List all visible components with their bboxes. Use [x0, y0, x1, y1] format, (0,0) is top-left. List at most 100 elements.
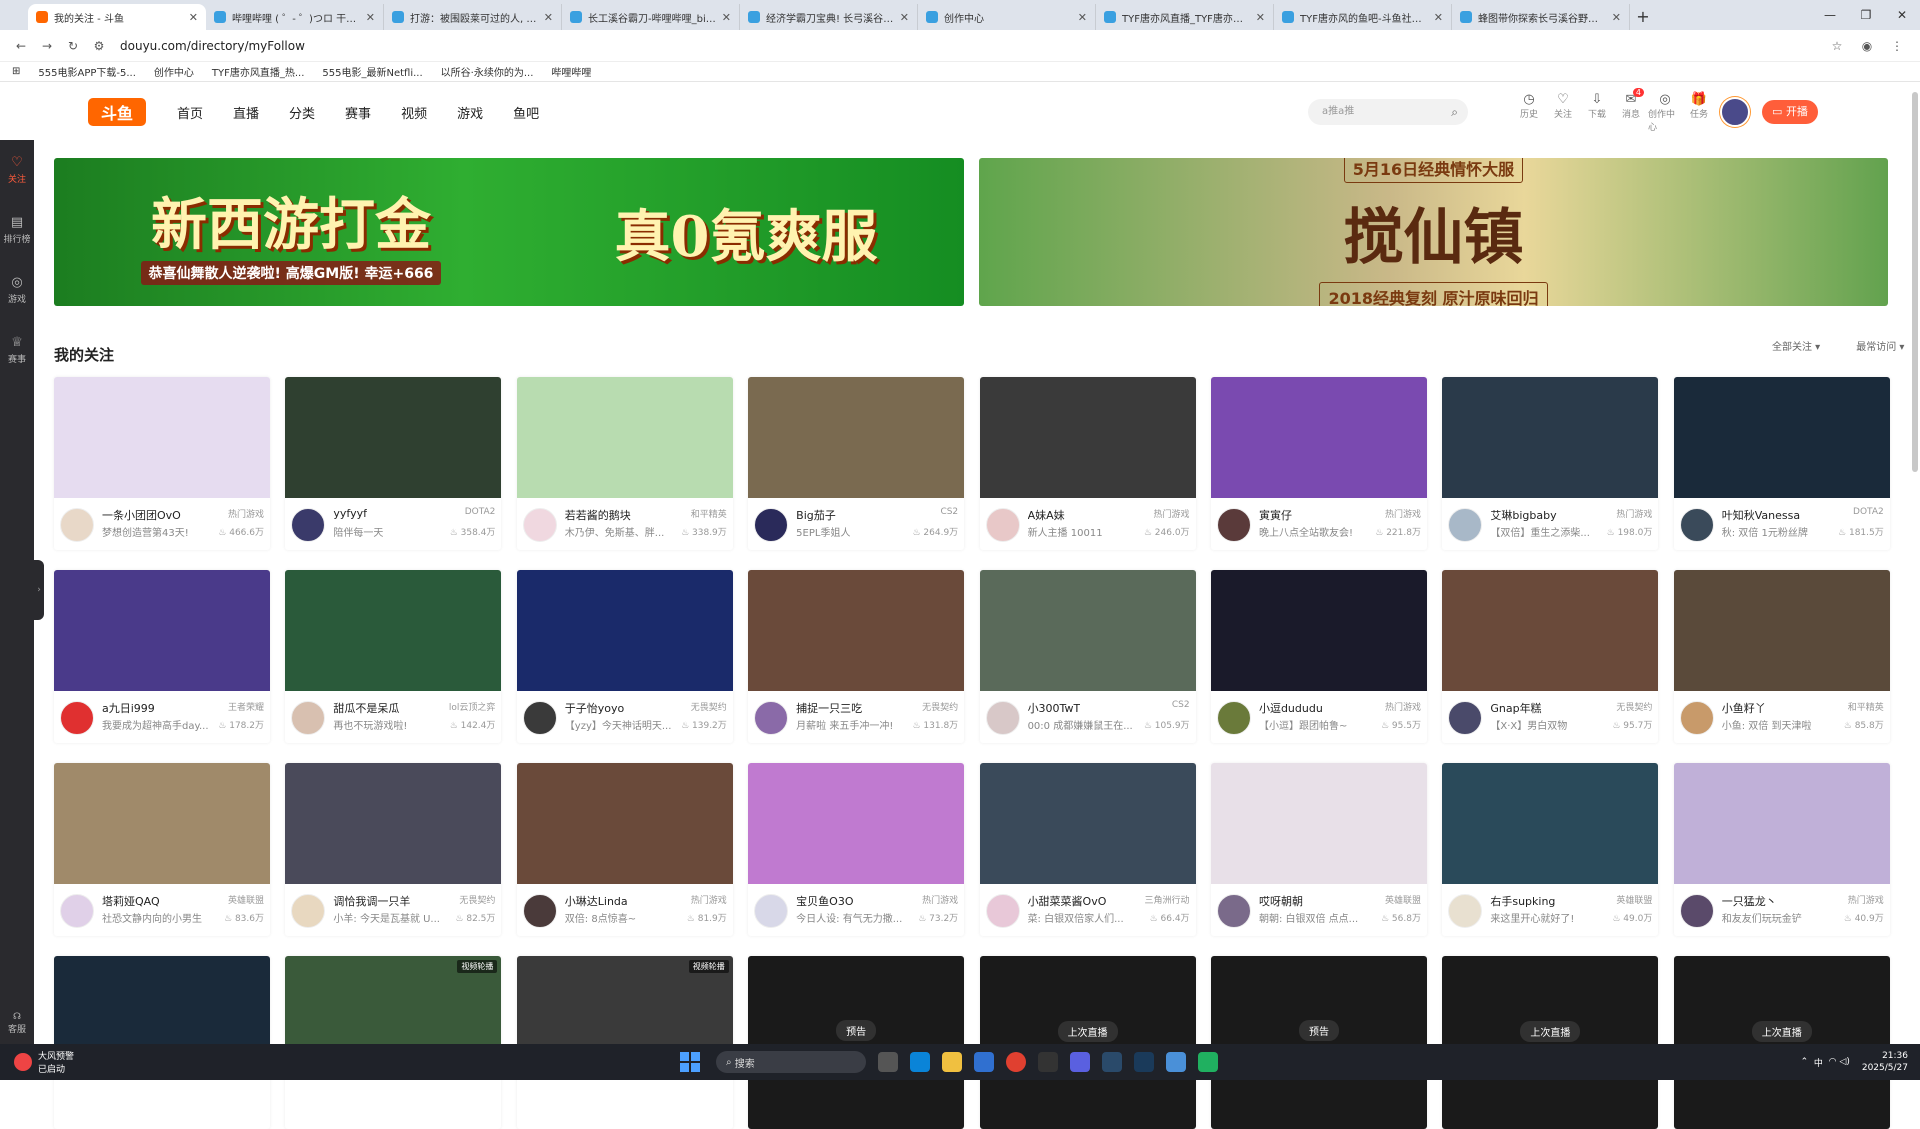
stream-category[interactable]: 英雄联盟 — [228, 893, 264, 906]
browser-tab[interactable]: 打游：被围殴莱可过的人, 总有 ✕ — [384, 4, 562, 30]
stream-category[interactable]: 英雄联盟 — [1385, 893, 1421, 906]
rail-item-排行榜[interactable]: ▤ 排行榜 — [0, 200, 34, 260]
stream-category[interactable]: 无畏契约 — [459, 893, 495, 906]
stream-thumbnail[interactable] — [285, 570, 502, 691]
stream-thumbnail[interactable] — [1442, 377, 1659, 498]
streamer-avatar[interactable] — [1679, 508, 1714, 542]
streamer-avatar[interactable] — [1679, 701, 1714, 735]
browser-tab[interactable]: 蜂图带你探索长弓溪谷野生大选 ✕ — [1452, 4, 1630, 30]
stream-card[interactable]: 小鱼籽丫 和平精英 小鱼: 双倍 到天津啦 ♨ 85.8万 — [1673, 570, 1890, 743]
tab-close-icon[interactable]: ✕ — [544, 11, 553, 24]
stream-card[interactable]: 塔莉娅QAQ 英雄联盟 社恐文静内向的小男生 ♨ 83.6万 — [54, 763, 270, 936]
streamer-avatar[interactable] — [1216, 508, 1251, 542]
stream-thumbnail[interactable] — [516, 570, 733, 691]
close-window-button[interactable]: ✕ — [1884, 0, 1920, 30]
scrollbar[interactable] — [1912, 92, 1918, 472]
ime-indicator[interactable]: 中 — [1814, 1056, 1823, 1069]
stream-thumbnail[interactable] — [748, 570, 965, 691]
stream-card[interactable]: Gnap年糕 无畏契约 【X·X】男白双物 ♨ 95.7万 — [1442, 570, 1659, 743]
apps-icon[interactable]: ⊞ — [12, 66, 20, 77]
header-历史[interactable]: ◷ 历史 — [1512, 92, 1546, 133]
streamer-name[interactable]: 于子怡yoyo — [565, 700, 624, 716]
streamer-name[interactable]: a九日i999 — [102, 700, 155, 716]
streamer-name[interactable]: 调恰我调一只羊 — [333, 893, 410, 909]
sort-dropdown[interactable]: 最常访问 ▾ — [1838, 338, 1904, 353]
stream-card[interactable]: 上次直播2025-05-27 01:26:05 — [1442, 956, 1659, 1129]
streamer-name[interactable]: 捕捉一只三吃 — [796, 700, 862, 716]
streamer-avatar[interactable] — [1448, 701, 1483, 735]
bookmark-star-icon[interactable]: ☆ — [1822, 39, 1852, 53]
stream-thumbnail[interactable] — [1442, 763, 1659, 884]
tab-close-icon[interactable]: ✕ — [722, 11, 731, 24]
discord-icon[interactable] — [1070, 1052, 1090, 1072]
streamer-name[interactable]: 小鱼籽丫 — [1722, 700, 1766, 716]
browser-tab[interactable]: 经济学霸刀宝典! 长弓溪谷专栏 ✕ — [740, 4, 918, 30]
streamer-name[interactable]: Big茄子 — [796, 507, 836, 523]
tab-close-icon[interactable]: ✕ — [1434, 11, 1443, 24]
stream-category[interactable]: DOTA2 — [1853, 507, 1884, 517]
stream-thumbnail[interactable] — [1210, 377, 1427, 498]
stream-thumbnail[interactable] — [748, 377, 965, 498]
rail-item-关注[interactable]: ♡ 关注 — [0, 140, 34, 200]
stream-card[interactable]: 于子怡yoyo 无畏契约 【yzy】今天神话明天... ♨ 139.2万 — [516, 570, 733, 743]
nav-link[interactable]: 首页 — [177, 103, 203, 122]
browser-tab[interactable]: 哔哩哔哩 ( ゜- ゜)つロ 干杯~-bi ✕ — [206, 4, 384, 30]
stream-category[interactable]: 王者荣耀 — [228, 700, 264, 713]
stream-thumbnail[interactable] — [516, 763, 733, 884]
streamer-avatar[interactable] — [1216, 701, 1251, 735]
stream-card[interactable]: 寅寅仔 热门游戏 晚上八点全站歌友会! ♨ 221.8万 — [1210, 377, 1427, 550]
streamer-avatar[interactable] — [291, 508, 326, 542]
tab-close-icon[interactable]: ✕ — [366, 11, 375, 24]
stream-card[interactable]: 宝贝鱼O3O 热门游戏 今日人设: 有气无力撒... ♨ 73.2万 — [748, 763, 965, 936]
streamer-avatar[interactable] — [754, 508, 789, 542]
stream-card[interactable]: 小甜菜菜酱OvO 三角洲行动 菜: 白银双倍家人们... ♨ 66.4万 — [979, 763, 1196, 936]
banner-xiyou[interactable]: 新西游打金 恭喜仙舞散人逆袭啦! 高爆GM版! 幸运+666 真0氪爽服 — [54, 158, 964, 306]
bookmark-item[interactable]: 哔哩哔哩 — [551, 68, 591, 79]
stream-card[interactable]: A妹A妹 热门游戏 新人主播 10011 ♨ 246.0万 — [979, 377, 1196, 550]
douyu-logo[interactable]: 斗鱼 — [88, 98, 146, 126]
stream-category[interactable]: 热门游戏 — [1154, 507, 1190, 520]
filter-dropdown[interactable]: 全部关注 ▾ — [1754, 338, 1820, 353]
banner-jiaoxianzhen[interactable]: 5月16日经典情怀大服 搅仙镇 2018经典复刻 原汁原味回归 — [979, 158, 1888, 306]
menu-icon[interactable]: ⋮ — [1882, 39, 1912, 53]
nav-link[interactable]: 直播 — [233, 103, 259, 122]
stream-thumbnail[interactable] — [1673, 570, 1890, 691]
streamer-name[interactable]: 小琳达Linda — [565, 893, 628, 909]
stream-category[interactable]: 英雄联盟 — [1616, 893, 1652, 906]
stream-card[interactable]: 上次直播2023-09-05 11:39:27 — [1673, 956, 1890, 1129]
bookmark-item[interactable]: 创作中心 — [154, 68, 194, 79]
start-broadcast-button[interactable]: ▭ 开播 — [1762, 100, 1818, 124]
start-button[interactable] — [680, 1052, 700, 1072]
stream-card[interactable]: 艾琳bigbaby 热门游戏 【双倍】重生之添柴... ♨ 198.0万 — [1442, 377, 1659, 550]
nav-link[interactable]: 游戏 — [457, 103, 483, 122]
nav-link[interactable]: 分类 — [289, 103, 315, 122]
stream-thumbnail[interactable] — [1210, 763, 1427, 884]
streamer-avatar[interactable] — [522, 508, 557, 542]
stream-category[interactable]: 无畏契约 — [1616, 700, 1652, 713]
stream-card[interactable]: a九日i999 王者荣耀 我要成为超神高手day... ♨ 178.2万 — [54, 570, 270, 743]
stream-thumbnail[interactable] — [748, 763, 965, 884]
taskbar-search[interactable]: ⌕ 搜索 — [716, 1051, 866, 1073]
streamer-name[interactable]: 寅寅仔 — [1259, 507, 1292, 523]
streamer-name[interactable]: 小300TwT — [1028, 700, 1081, 716]
stream-category[interactable]: 热门游戏 — [1385, 507, 1421, 520]
stream-category[interactable]: 和平精英 — [691, 507, 727, 520]
app-icon-3[interactable] — [1198, 1052, 1218, 1072]
tab-close-icon[interactable]: ✕ — [1078, 11, 1087, 24]
streamer-name[interactable]: yyfyyf — [333, 507, 367, 520]
stream-thumbnail[interactable] — [979, 763, 1196, 884]
stream-card[interactable]: 甜瓜不是呆瓜 lol云顶之弈 再也不玩游戏啦! ♨ 142.4万 — [285, 570, 502, 743]
rail-expand-button[interactable]: › — [34, 560, 44, 620]
stream-card[interactable]: 预告同学们记得每天进群一下路包的荧光棒哦~ — [1210, 956, 1427, 1129]
stream-category[interactable]: CS2 — [940, 507, 958, 517]
stream-thumbnail[interactable] — [54, 570, 270, 691]
stream-card[interactable]: yyfyyf DOTA2 陪伴每一天 ♨ 358.4万 — [285, 377, 502, 550]
streamer-name[interactable]: 一只猛龙丶 — [1722, 893, 1777, 909]
stream-card[interactable]: 捕捉一只三吃 无畏契约 月薪啦 来五手冲一冲! ♨ 131.8万 — [748, 570, 965, 743]
forward-icon[interactable]: → — [34, 39, 60, 53]
search-icon[interactable]: ⌕ — [1451, 99, 1458, 125]
streamer-avatar[interactable] — [291, 894, 326, 928]
browser-tab[interactable]: 我的关注 - 斗鱼 ✕ — [28, 4, 206, 30]
streamer-avatar[interactable] — [985, 894, 1020, 928]
stream-category[interactable]: CS2 — [1172, 700, 1190, 710]
